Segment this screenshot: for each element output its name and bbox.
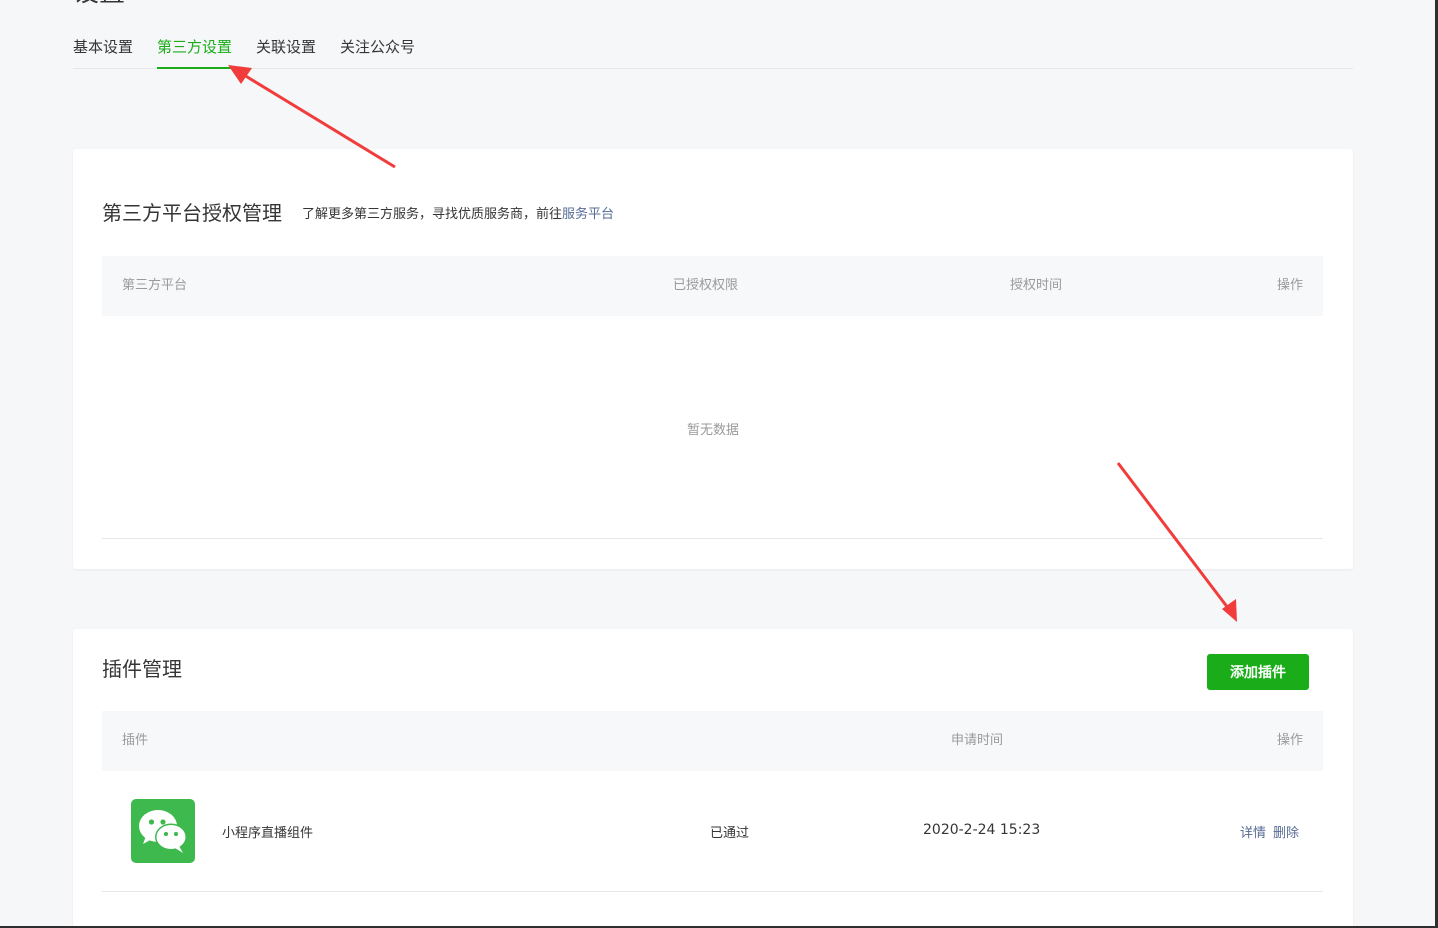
settings-tabs: 基本设置 第三方设置 关联设置 关注公众号 bbox=[73, 30, 1353, 69]
tab-basic-settings[interactable]: 基本设置 bbox=[73, 30, 133, 66]
add-plugin-button[interactable]: 添加插件 bbox=[1207, 654, 1309, 690]
wechat-icon bbox=[131, 799, 195, 863]
plugin-status: 已通过 bbox=[710, 826, 750, 841]
service-platform-link[interactable]: 服务平台 bbox=[562, 207, 614, 222]
tab-follow-official-account[interactable]: 关注公众号 bbox=[340, 30, 415, 66]
detail-link[interactable]: 详情 bbox=[1240, 822, 1266, 841]
table-divider bbox=[102, 538, 1323, 539]
plugin-name: 小程序直播组件 bbox=[222, 826, 314, 841]
tab-linked-settings[interactable]: 关联设置 bbox=[256, 30, 316, 66]
column-actions: 操作 bbox=[1276, 278, 1303, 293]
auth-desc-text: 了解更多第三方服务，寻找优质服务商，前往 bbox=[302, 207, 563, 222]
third-party-auth-card: 第三方平台授权管理 了解更多第三方服务，寻找优质服务商，前往服务平台 第三方平台… bbox=[73, 149, 1353, 569]
plugin-table-header: 插件 申请时间 操作 bbox=[102, 711, 1323, 771]
column-actions: 操作 bbox=[1276, 733, 1303, 748]
column-third-party-platform: 第三方平台 bbox=[122, 278, 188, 293]
plugin-management-card: 插件管理 添加插件 插件 申请时间 操作 小程序直播组件 已通过 2020-2-… bbox=[73, 629, 1353, 928]
tab-third-party-settings[interactable]: 第三方设置 bbox=[157, 30, 233, 69]
plugin-section-title: 插件管理 bbox=[102, 657, 182, 681]
column-plugin: 插件 bbox=[122, 733, 149, 748]
delete-link[interactable]: 删除 bbox=[1273, 822, 1299, 841]
page-title: 设置 bbox=[73, 0, 125, 8]
auth-section-description: 了解更多第三方服务，寻找优质服务商，前往服务平台 bbox=[302, 203, 614, 222]
column-authorized-permissions: 已授权权限 bbox=[673, 278, 739, 293]
table-row: 小程序直播组件 已通过 2020-2-24 15:23 详情 删除 bbox=[102, 771, 1323, 891]
table-divider bbox=[102, 891, 1323, 892]
plugin-apply-time: 2020-2-24 15:23 bbox=[923, 822, 1041, 838]
empty-state-text: 暂无数据 bbox=[686, 423, 739, 438]
auth-table-header: 第三方平台 已授权权限 授权时间 操作 bbox=[102, 256, 1323, 316]
auth-section-title: 第三方平台授权管理 bbox=[102, 201, 282, 225]
column-apply-time: 申请时间 bbox=[951, 733, 1004, 748]
column-auth-time: 授权时间 bbox=[1010, 278, 1063, 293]
